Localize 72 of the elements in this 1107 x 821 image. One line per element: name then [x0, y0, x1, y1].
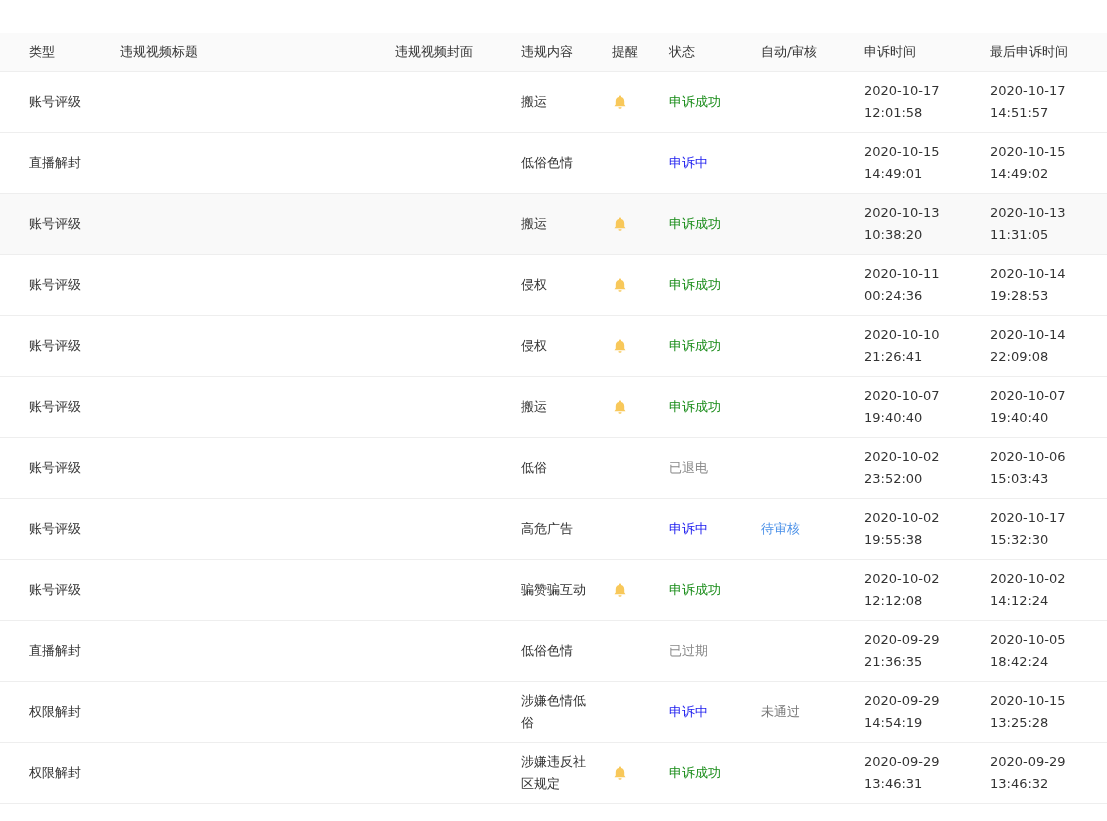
- table-cell-text: 2020-10-13 10:38:20: [864, 204, 940, 244]
- table-cell-text: 2020-09-29 14:54:19: [864, 692, 940, 732]
- column-header: 提醒: [612, 43, 638, 61]
- column-header: 状态: [669, 43, 695, 61]
- column-header: 违规视频标题: [120, 43, 198, 61]
- column-header: 最后申诉时间: [990, 43, 1068, 61]
- table-cell-text: 2020-10-15 14:49:02: [990, 143, 1066, 183]
- table-cell-text: 侵权: [521, 276, 547, 294]
- table-cell: 账号评级: [29, 276, 81, 294]
- table-cell-text: 2020-10-02 12:12:08: [864, 570, 940, 610]
- table-cell: 账号评级: [29, 459, 81, 477]
- status-text: 申诉成功: [669, 276, 721, 294]
- table-cell-text: 搬运: [521, 215, 547, 233]
- table-cell-text: 搬运: [521, 398, 547, 416]
- table-cell-text: 2020-10-14 22:09:08: [990, 326, 1066, 366]
- table-cell-text: 低俗色情: [521, 642, 573, 660]
- review-status: 未通过: [761, 703, 800, 721]
- table-cell: 直播解封: [29, 154, 81, 172]
- table-cell: 账号评级: [29, 581, 81, 599]
- table-cell-text: 涉嫌违反社区规定: [521, 753, 587, 793]
- review-status: 待审核: [761, 520, 800, 538]
- table-cell-text: 涉嫌色情低俗: [521, 692, 587, 732]
- table-cell-text: 2020-10-02 14:12:24: [990, 570, 1066, 610]
- table-cell-text: 2020-10-15 14:49:01: [864, 143, 940, 183]
- status-text: 申诉中: [669, 703, 708, 721]
- table-cell-text: 低俗色情: [521, 154, 573, 172]
- table-cell-text: 2020-10-07 19:40:40: [864, 387, 940, 427]
- table-cell-text: 2020-10-06 15:03:43: [990, 448, 1066, 488]
- table-cell-text: 骗赞骗互动: [521, 581, 586, 599]
- column-header: 自动/审核: [761, 43, 818, 61]
- table-cell-text: 2020-10-13 11:31:05: [990, 204, 1066, 244]
- table-cell-text: 2020-10-10 21:26:41: [864, 326, 940, 366]
- table-cell-text: 2020-10-17 12:01:58: [864, 82, 940, 122]
- table-cell: 账号评级: [29, 398, 81, 416]
- table-cell: 权限解封: [29, 764, 81, 782]
- table-cell: 账号评级: [29, 215, 81, 233]
- table-cell-text: 侵权: [521, 337, 547, 355]
- table-cell-text: 2020-10-05 18:42:24: [990, 631, 1066, 671]
- table-cell-text: 2020-10-02 19:55:38: [864, 509, 940, 549]
- table-cell-text: 2020-09-29 13:46:31: [864, 753, 940, 793]
- status-text: 已过期: [669, 642, 708, 660]
- column-header: 违规视频封面: [395, 43, 473, 61]
- table-cell-text: 搬运: [521, 93, 547, 111]
- status-text: 申诉中: [669, 520, 708, 538]
- column-header: 类型: [29, 43, 55, 61]
- status-text: 申诉成功: [669, 581, 721, 599]
- table-cell-text: 2020-09-29 21:36:35: [864, 631, 940, 671]
- table-cell-text: 2020-10-17 15:32:30: [990, 509, 1066, 549]
- table-cell: 账号评级: [29, 520, 81, 538]
- table-cell-text: 高危广告: [521, 520, 573, 538]
- table-cell: 账号评级: [29, 93, 81, 111]
- status-text: 申诉成功: [669, 398, 721, 416]
- table-cell-text: 2020-10-07 19:40:40: [990, 387, 1066, 427]
- table-cell-text: 2020-10-15 13:25:28: [990, 692, 1066, 732]
- table-cell: 账号评级: [29, 337, 81, 355]
- status-text: 申诉成功: [669, 337, 721, 355]
- table-cell: 直播解封: [29, 642, 81, 660]
- table-cell-text: 2020-10-02 23:52:00: [864, 448, 940, 488]
- table-cell: 权限解封: [29, 703, 81, 721]
- column-header: 申诉时间: [864, 43, 916, 61]
- status-text: 申诉成功: [669, 764, 721, 782]
- table-cell-text: 2020-10-11 00:24:36: [864, 265, 940, 305]
- table-row[interactable]: 账号评级 搬运 申诉成功 2020-10-13 10:38:20 2020-10-13 11:31:05: [0, 194, 1107, 255]
- column-header: 违规内容: [521, 43, 573, 61]
- table-cell-text: 2020-10-17 14:51:57: [990, 82, 1066, 122]
- table-cell-text: 2020-09-29 13:46:32: [990, 753, 1066, 793]
- status-text: 申诉中: [669, 154, 708, 172]
- table-cell-text: 低俗: [521, 459, 547, 477]
- status-text: 申诉成功: [669, 215, 721, 233]
- status-text: 已退电: [669, 459, 708, 477]
- table-cell-text: 2020-10-14 19:28:53: [990, 265, 1066, 305]
- status-text: 申诉成功: [669, 93, 721, 111]
